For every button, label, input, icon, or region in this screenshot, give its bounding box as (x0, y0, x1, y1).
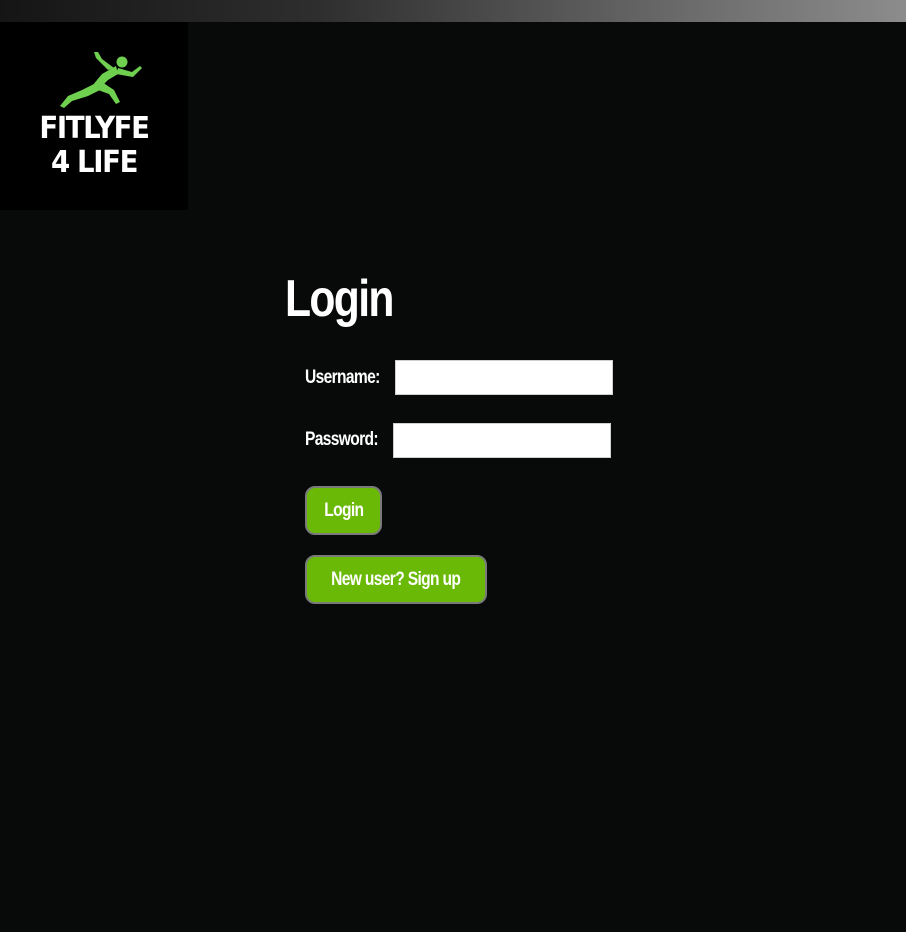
logo-text: FITLYFE 4 LIFE (8, 112, 181, 180)
page-title: Login (285, 270, 394, 328)
password-label: Password: (305, 429, 379, 450)
login-button-label: Login (323, 499, 364, 521)
password-input[interactable] (393, 423, 611, 458)
signup-button-label: New user? Sign up (331, 568, 461, 590)
logo-line2: 4 LIFE (50, 145, 138, 180)
username-label: Username: (305, 367, 380, 388)
login-button[interactable]: Login (305, 486, 382, 535)
top-gradient-bar (0, 0, 906, 22)
signup-button[interactable]: New user? Sign up (305, 555, 487, 604)
logo-line1: FITLYFE (39, 111, 150, 146)
username-input[interactable] (395, 360, 613, 395)
logo[interactable]: FITLYFE 4 LIFE (0, 22, 188, 210)
runner-icon (60, 52, 142, 108)
